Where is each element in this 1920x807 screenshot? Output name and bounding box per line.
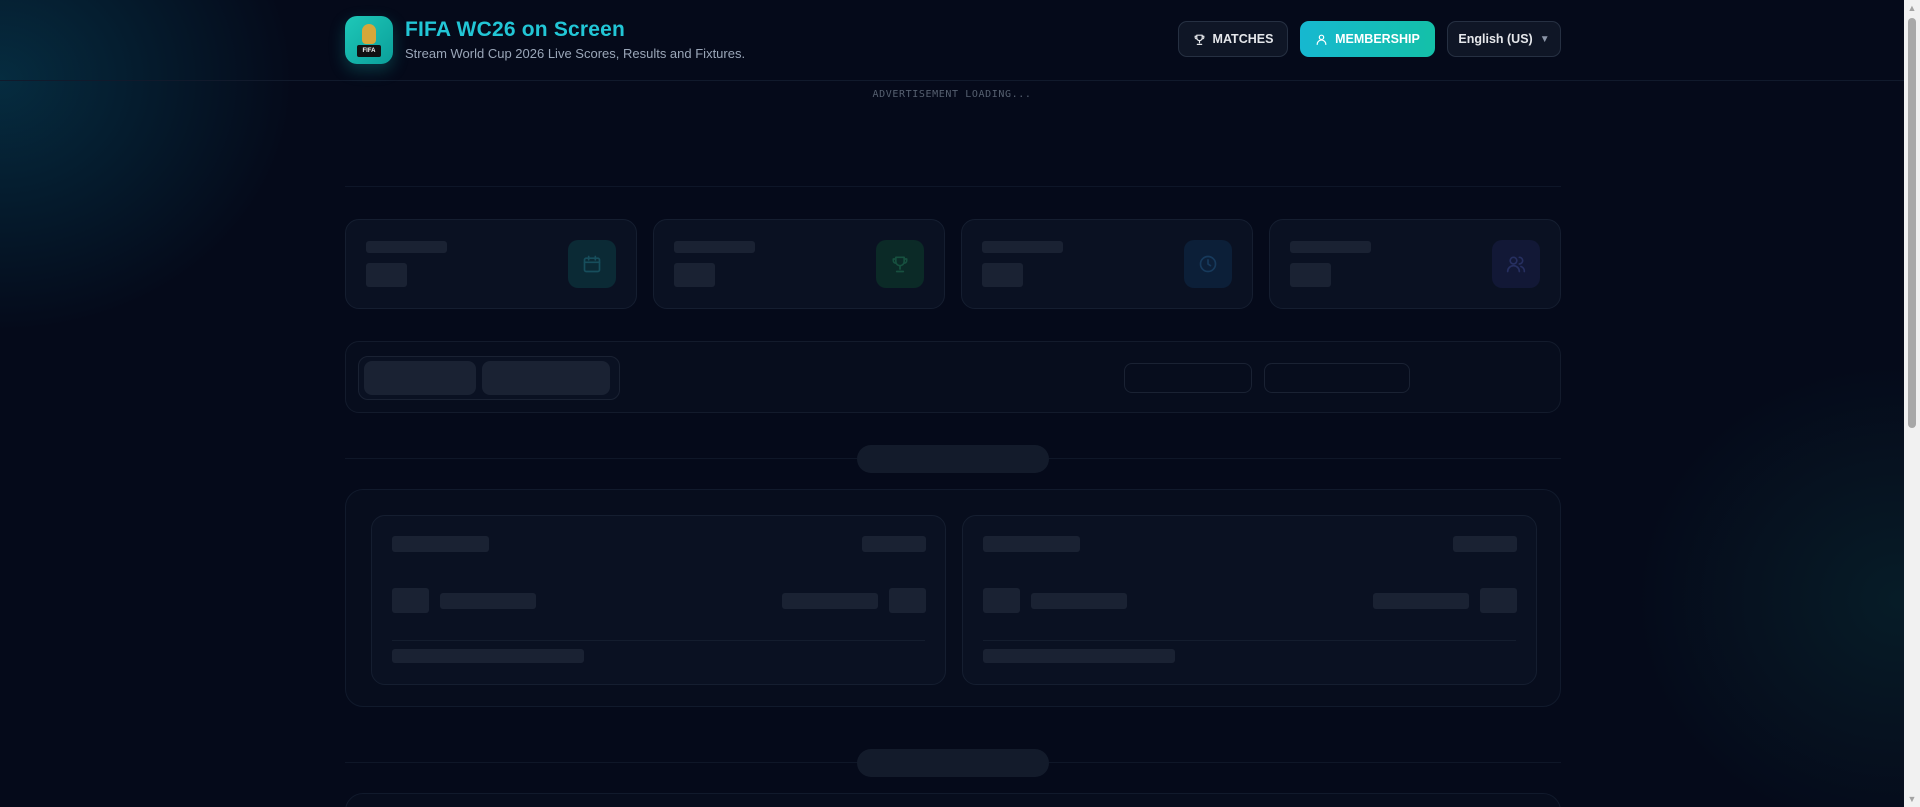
- app-logo[interactable]: FIFA: [345, 16, 393, 64]
- calendar-icon: [568, 240, 616, 288]
- language-label: English (US): [1458, 32, 1533, 46]
- skeleton-flag: [983, 588, 1020, 613]
- skeleton-label: [674, 241, 755, 253]
- card-divider: [983, 640, 1516, 641]
- matches-button[interactable]: MATCHES: [1178, 21, 1288, 57]
- site-subtitle: Stream World Cup 2026 Live Scores, Resul…: [405, 46, 746, 61]
- match-group: [345, 793, 1561, 807]
- skeleton-value: [366, 263, 407, 287]
- skeleton-line: [392, 536, 489, 552]
- stat-card: [653, 219, 945, 309]
- matches-label: MATCHES: [1212, 32, 1274, 46]
- language-select[interactable]: English (US) ▼: [1447, 21, 1561, 57]
- skeleton-label: [1290, 241, 1371, 253]
- view-tab-skeleton[interactable]: [364, 361, 476, 395]
- skeleton-value: [982, 263, 1023, 287]
- skeleton-line: [983, 649, 1175, 663]
- user-icon: [1315, 33, 1328, 46]
- skeleton-value: [1290, 263, 1331, 287]
- users-icon: [1492, 240, 1540, 288]
- scroll-down-icon[interactable]: ▼: [1904, 791, 1920, 807]
- page: FIFA FIFA WC26 on Screen Stream World Cu…: [0, 0, 1920, 807]
- membership-label: MEMBERSHIP: [1335, 32, 1420, 46]
- clock-icon: [1184, 240, 1232, 288]
- skeleton-label: [982, 241, 1063, 253]
- chevron-down-icon: ▼: [1539, 33, 1550, 45]
- match-card[interactable]: [962, 515, 1537, 685]
- filter-toolbar: [345, 341, 1561, 413]
- card-divider: [392, 640, 925, 641]
- skeleton-line: [440, 593, 536, 609]
- skeleton-line: [983, 536, 1080, 552]
- stat-card: [1269, 219, 1561, 309]
- stat-card: [345, 219, 637, 309]
- site-title[interactable]: FIFA WC26 on Screen: [405, 18, 625, 42]
- skeleton-line: [862, 536, 926, 552]
- skeleton-value: [674, 263, 715, 287]
- ad-status: ADVERTISEMENT LOADING...: [872, 89, 1032, 100]
- page-scrollbar[interactable]: ▲ ▼: [1904, 0, 1920, 807]
- logo-label: FIFA: [357, 45, 381, 57]
- skeleton-line: [1373, 593, 1469, 609]
- match-card[interactable]: [371, 515, 946, 685]
- match-group: [345, 489, 1561, 707]
- scroll-up-icon[interactable]: ▲: [1904, 0, 1920, 16]
- view-toggle: [358, 356, 620, 400]
- ad-divider: [345, 186, 1561, 187]
- skeleton-line: [1453, 536, 1517, 552]
- filter-skeleton[interactable]: [1264, 363, 1410, 393]
- skeleton-flag: [392, 588, 429, 613]
- scrollbar-thumb[interactable]: [1908, 18, 1916, 428]
- trophy-logo-icon: [362, 24, 376, 44]
- skeleton-line: [1031, 593, 1127, 609]
- view-tab-skeleton[interactable]: [482, 361, 610, 395]
- trophy-icon: [876, 240, 924, 288]
- trophy-icon: [1193, 33, 1206, 46]
- skeleton-flag: [1480, 588, 1517, 613]
- site-header: FIFA FIFA WC26 on Screen Stream World Cu…: [0, 0, 1904, 81]
- skeleton-flag: [889, 588, 926, 613]
- membership-button[interactable]: MEMBERSHIP: [1300, 21, 1435, 57]
- skeleton-line: [782, 593, 878, 609]
- section-title-skeleton: [857, 445, 1049, 473]
- skeleton-line: [392, 649, 584, 663]
- section-title-skeleton: [857, 749, 1049, 777]
- filter-skeleton[interactable]: [1124, 363, 1252, 393]
- skeleton-label: [366, 241, 447, 253]
- stat-card: [961, 219, 1253, 309]
